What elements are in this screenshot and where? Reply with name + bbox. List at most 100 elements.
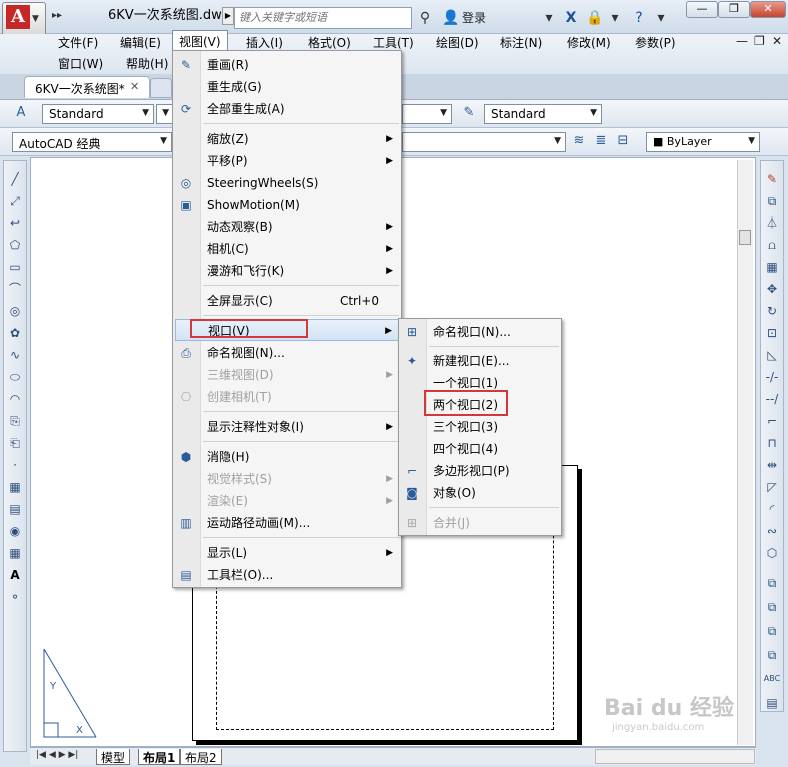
circle-icon[interactable]: ◎ (6, 302, 24, 320)
join-icon[interactable]: ⇹ (763, 456, 781, 474)
menu-visual-styles[interactable]: 视觉样式(S) ▶ (173, 468, 401, 490)
login-link[interactable]: 登录 (462, 9, 486, 26)
polyline-icon[interactable]: ↩ (6, 214, 24, 232)
text-style-combo[interactable]: Standard (42, 104, 154, 124)
menu-dimension[interactable]: 标注(N) (500, 34, 542, 51)
break-at-point-icon[interactable]: ⌐ (763, 412, 781, 430)
trim-icon[interactable]: -/- (763, 368, 781, 386)
line-tool-icon[interactable]: ╱ (6, 170, 24, 188)
array-icon[interactable]: ▦ (763, 258, 781, 276)
menu-file[interactable]: 文件(F) (58, 34, 98, 51)
hatch-icon[interactable]: ▦ (6, 478, 24, 496)
subscription-lock-icon[interactable]: 🔒 (586, 9, 604, 27)
erase-icon[interactable]: ✎ (763, 170, 781, 188)
polygon-icon[interactable]: ⬠ (6, 236, 24, 254)
layer-properties-icon[interactable]: ≋ (570, 132, 588, 150)
mtext-icon[interactable]: A (6, 566, 24, 584)
menu-steeringwheels[interactable]: ◎ SteeringWheels(S) (173, 172, 401, 194)
chamfer-icon[interactable]: ◸ (763, 478, 781, 496)
move-icon[interactable]: ✥ (763, 280, 781, 298)
menu-draw[interactable]: 绘图(D) (436, 34, 479, 51)
user-icon[interactable]: 👤 (442, 9, 460, 27)
hatch-back-icon[interactable]: ▤ (763, 694, 781, 712)
search-input[interactable] (234, 7, 412, 29)
mirror-icon[interactable]: ⏃ (763, 214, 781, 232)
layer-previous-icon[interactable]: ⊟ (614, 132, 632, 150)
blend-curves-icon[interactable]: ∾ (763, 522, 781, 540)
arc-icon[interactable]: ⌒ (6, 280, 24, 298)
spline-icon[interactable]: ∿ (6, 346, 24, 364)
ellipse-arc-icon[interactable]: ◠ (6, 390, 24, 408)
draworder-under-icon[interactable]: ⧉ (763, 646, 781, 664)
menu-named-viewports[interactable]: ⊞ 命名视口(N)... (399, 321, 561, 343)
menu-showmotion[interactable]: ▣ ShowMotion(M) (173, 194, 401, 216)
binoculars-icon[interactable]: ⚲ (416, 9, 434, 27)
menu-regen[interactable]: 重生成(G) (173, 76, 401, 98)
menu-pan[interactable]: 平移(P) ▶ (173, 150, 401, 172)
tab-layout2[interactable]: 布局2 (180, 749, 222, 765)
offset-icon[interactable]: ⩍ (763, 236, 781, 254)
layer-combo[interactable] (402, 132, 566, 152)
region-icon[interactable]: ◉ (6, 522, 24, 540)
table-icon[interactable]: ▦ (6, 544, 24, 562)
menu-zoom[interactable]: 缩放(Z) ▶ (173, 128, 401, 150)
menu-window[interactable]: 窗口(W) (58, 55, 103, 72)
rotate-icon[interactable]: ↻ (763, 302, 781, 320)
menu-annotative-objects[interactable]: 显示注释性对象(I) ▶ (173, 416, 401, 438)
menu-insert[interactable]: 插入(I) (246, 34, 283, 51)
menu-edit[interactable]: 编辑(E) (120, 34, 161, 51)
tab-model[interactable]: 模型 (96, 749, 131, 765)
quick-access-expand-icon[interactable]: ▸▸ (52, 10, 62, 21)
multileader-style-icon[interactable]: ✎ (460, 104, 478, 122)
gradient-icon[interactable]: ▤ (6, 500, 24, 518)
menu-new-viewports[interactable]: ✦ 新建视口(E)... (399, 350, 561, 372)
menu-toolbars[interactable]: ▤ 工具栏(O)... (173, 564, 401, 586)
add-selected-icon[interactable]: ⚬ (6, 588, 24, 606)
menu-format[interactable]: 格式(O) (308, 34, 351, 51)
menu-walk-fly[interactable]: 漫游和飞行(K) ▶ (173, 260, 401, 282)
exchange-icon[interactable]: X (562, 9, 580, 27)
menu-join-viewports[interactable]: ⊞ 合并(J) (399, 512, 561, 534)
multileader-style-combo[interactable]: Standard (484, 104, 602, 124)
mdi-close-button[interactable]: ✕ (772, 34, 782, 48)
help-caret-icon[interactable]: ▾ (652, 9, 670, 27)
table-style-combo[interactable] (402, 104, 452, 124)
menu-render[interactable]: 渲染(E) ▶ (173, 490, 401, 512)
menu-redraw[interactable]: ✎ 重画(R) (173, 54, 401, 76)
menu-help[interactable]: 帮助(H) (126, 55, 168, 72)
stretch-icon[interactable]: ◺ (763, 346, 781, 364)
mdi-minimize-button[interactable]: — (736, 34, 748, 48)
tab-close-icon[interactable]: ✕ (130, 80, 139, 93)
rectangle-icon[interactable]: ▭ (6, 258, 24, 276)
vertical-scrollbar[interactable] (737, 160, 753, 745)
menu-3d-views[interactable]: 三维视图(D) ▶ (173, 364, 401, 386)
text-front-icon[interactable]: ABC (763, 670, 781, 688)
menu-polygonal-viewport[interactable]: ⌐ 多边形视口(P) (399, 460, 561, 482)
extend-icon[interactable]: --/ (763, 390, 781, 408)
explode-icon[interactable]: ⬡ (763, 544, 781, 562)
menu-object-viewport[interactable]: ◙ 对象(O) (399, 482, 561, 504)
new-tab-button[interactable] (150, 78, 172, 98)
copy-icon[interactable]: ⧉ (763, 192, 781, 210)
horizontal-scrollbar[interactable] (595, 749, 755, 764)
menu-three-viewports[interactable]: 三个视口(3) (399, 416, 561, 438)
menu-camera[interactable]: 相机(C) ▶ (173, 238, 401, 260)
color-combo[interactable]: ■ ByLayer (646, 132, 760, 152)
vertical-scroll-thumb[interactable] (739, 230, 751, 245)
construction-line-icon[interactable]: ⤢ (6, 192, 24, 210)
draworder-above-icon[interactable]: ⧉ (763, 622, 781, 640)
tab-nav-icons[interactable]: |◀ ◀ ▶ ▶| (36, 750, 78, 760)
menu-regen-all[interactable]: ⟳ 全部重生成(A) (173, 98, 401, 120)
dropdown-caret-icon-2[interactable]: ▾ (606, 9, 624, 27)
menu-display[interactable]: 显示(L) ▶ (173, 542, 401, 564)
menu-tools[interactable]: 工具(T) (373, 34, 414, 51)
menu-orbit[interactable]: 动态观察(B) ▶ (173, 216, 401, 238)
break-icon[interactable]: ⊓ (763, 434, 781, 452)
help-icon[interactable]: ? (630, 9, 648, 27)
draworder-front-icon[interactable]: ⧉ (763, 574, 781, 592)
menu-create-camera[interactable]: ⎔ 创建相机(T) (173, 386, 401, 408)
fillet-icon[interactable]: ◜ (763, 500, 781, 518)
menu-named-views[interactable]: ⎙ 命名视图(N)... (173, 342, 401, 364)
layer-state-icon[interactable]: ≣ (592, 132, 610, 150)
menu-parameter[interactable]: 参数(P) (635, 34, 676, 51)
